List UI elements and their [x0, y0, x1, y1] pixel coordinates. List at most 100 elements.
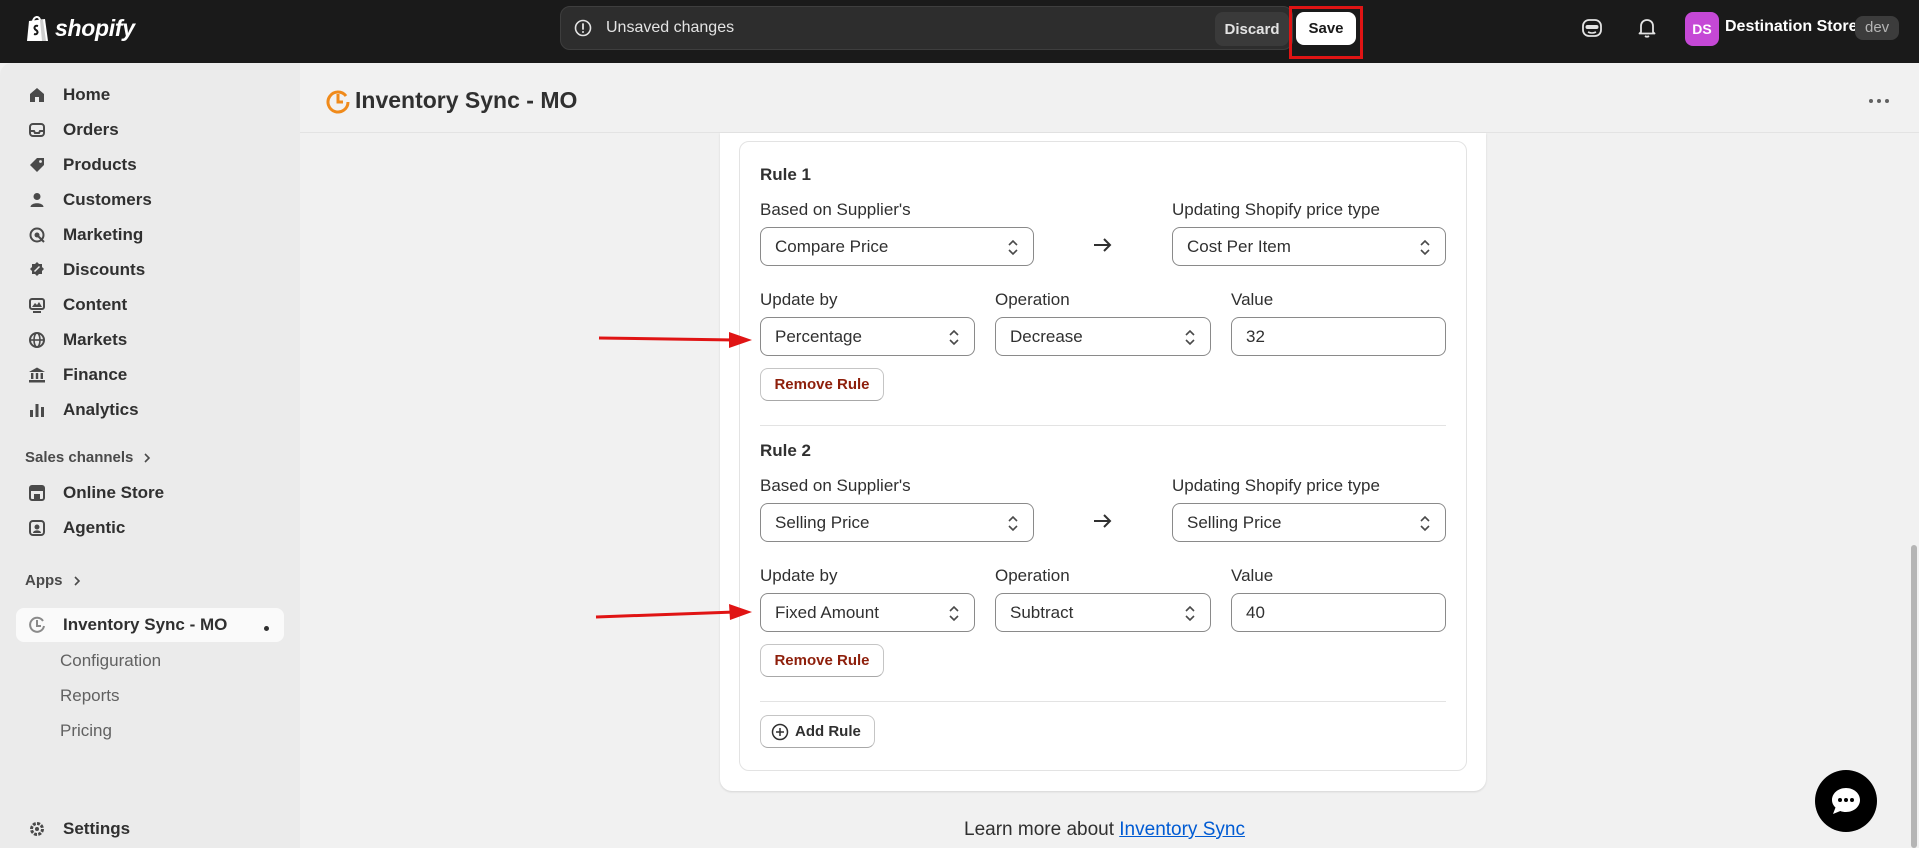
sidebar-item-online-store[interactable]: Online Store — [16, 476, 284, 510]
sidebar-item-label: Products — [63, 155, 137, 174]
add-rule-button[interactable]: Add Rule — [760, 715, 875, 748]
discounts-icon — [27, 260, 47, 280]
select-updown-icon — [1008, 239, 1018, 256]
chevron-right-icon — [73, 575, 80, 586]
rule-1-update-by-label: Update by — [760, 290, 838, 309]
alert-circle-icon — [574, 19, 592, 37]
apps-header[interactable]: Apps — [25, 572, 82, 589]
select-updown-icon — [949, 605, 959, 622]
select-value: Percentage — [775, 327, 862, 346]
annotation-arrow-icon — [598, 332, 752, 348]
select-value: Fixed Amount — [775, 603, 879, 622]
select-updown-icon — [1420, 515, 1430, 532]
sidebar-item-label: Online Store — [63, 483, 165, 502]
sidebar-item-inventory-sync[interactable]: Inventory Sync - MO — [16, 608, 284, 642]
sidebar-item-settings[interactable]: Settings — [16, 812, 284, 846]
sidebar-item-orders[interactable]: Orders — [16, 113, 284, 147]
shopify-logo[interactable]: shopify — [25, 13, 135, 43]
sidebar-item-content[interactable]: Content — [16, 288, 284, 322]
save-button[interactable]: Save — [1296, 12, 1356, 45]
finance-icon — [27, 365, 47, 385]
rule-1-remove-button[interactable]: Remove Rule — [760, 368, 884, 401]
rule-divider — [760, 425, 1446, 426]
rule-2-value-label: Value — [1231, 566, 1274, 585]
online-store-icon — [27, 483, 47, 503]
sidebar-item-label: Customers — [63, 190, 152, 209]
sidebar-subitem-configuration[interactable]: Configuration — [60, 651, 161, 671]
markets-icon — [27, 330, 47, 350]
env-badge: dev — [1855, 16, 1900, 40]
select-value: Cost Per Item — [1187, 237, 1291, 256]
page-title: Inventory Sync - MO — [355, 87, 578, 113]
select-value: Selling Price — [775, 513, 870, 532]
rule-2-remove-button[interactable]: Remove Rule — [760, 644, 884, 677]
unsaved-dot — [264, 626, 269, 631]
select-value: Selling Price — [1187, 513, 1282, 532]
scrollbar-thumb[interactable] — [1911, 545, 1917, 848]
sidebar-item-label: Markets — [63, 330, 128, 349]
rule-1-value-label: Value — [1231, 290, 1274, 309]
shopify-bag-icon — [27, 16, 48, 41]
chat-bubble-icon — [1832, 788, 1860, 814]
sidebar-item-products[interactable]: Products — [16, 148, 284, 182]
rule-1-operation-label: Operation — [995, 290, 1070, 309]
sidebar-subitem-pricing[interactable]: Pricing — [60, 721, 112, 741]
select-updown-icon — [949, 329, 959, 346]
sidebar-item-markets[interactable]: Markets — [16, 323, 284, 357]
select-value: Decrease — [1010, 327, 1083, 346]
chat-button[interactable] — [1815, 770, 1877, 832]
rule-1-based-on-label: Based on Supplier's — [760, 200, 911, 219]
agentic-icon — [27, 518, 47, 538]
sidebar-item-marketing[interactable]: Marketing — [16, 218, 284, 252]
arrow-right-icon — [1094, 514, 1112, 528]
inventory-sync-link[interactable]: Inventory Sync — [1119, 819, 1245, 840]
rule-1-operation-select[interactable]: Decrease — [995, 317, 1211, 356]
store-name[interactable]: Destination Store — [1725, 18, 1857, 36]
sidebar-item-label: Inventory Sync - MO — [63, 615, 228, 634]
sidebar-item-label: Analytics — [63, 400, 139, 419]
select-updown-icon — [1185, 605, 1195, 622]
sidebar-item-label: Agentic — [63, 518, 126, 537]
sales-channels-header[interactable]: Sales channels — [25, 449, 152, 466]
sidebar-item-discounts[interactable]: Discounts — [16, 253, 284, 287]
learn-more-prefix: Learn more about — [964, 819, 1114, 840]
more-actions-button[interactable] — [1865, 88, 1893, 114]
rule-2-updating-select[interactable]: Selling Price — [1172, 503, 1446, 542]
top-bar: shopify Unsaved changes Discard Save DS … — [0, 0, 1919, 63]
arrow-right-icon — [1094, 238, 1112, 252]
sales-channels-label: Sales channels — [25, 449, 134, 466]
rule-2-operation-select[interactable]: Subtract — [995, 593, 1211, 632]
sidebar-item-label: Discounts — [63, 260, 146, 279]
sidebar-item-label: Finance — [63, 365, 128, 384]
chevron-right-icon — [144, 452, 151, 463]
annotation-arrow-icon — [595, 604, 752, 620]
gear-icon — [27, 819, 47, 839]
learn-more-text: Learn more about Inventory Sync — [964, 819, 1245, 841]
sidebar-item-analytics[interactable]: Analytics — [16, 393, 284, 427]
rule-2-update-by-label: Update by — [760, 566, 838, 585]
sidebar-item-agentic[interactable]: Agentic — [16, 511, 284, 545]
rule-1-updating-select[interactable]: Cost Per Item — [1172, 227, 1446, 266]
select-value: Subtract — [1010, 603, 1074, 622]
unsaved-changes-text: Unsaved changes — [606, 19, 735, 36]
sidebar-item-home[interactable]: Home — [16, 78, 284, 112]
rule-2-update-by-select[interactable]: Fixed Amount — [760, 593, 975, 632]
rule-1-update-by-select[interactable]: Percentage — [760, 317, 975, 356]
analytics-icon — [27, 400, 47, 420]
bell-icon[interactable] — [1635, 16, 1659, 40]
rule-1-updating-label: Updating Shopify price type — [1172, 200, 1380, 219]
rule-2-based-on-select[interactable]: Selling Price — [760, 503, 1034, 542]
sidebar-subitem-reports[interactable]: Reports — [60, 686, 120, 706]
rule-2-value-input[interactable] — [1231, 593, 1446, 632]
rule-1-title: Rule 1 — [760, 165, 812, 184]
add-rule-label: Add Rule — [795, 723, 861, 740]
more-horizontal-icon — [1869, 99, 1889, 103]
sidebar-item-customers[interactable]: Customers — [16, 183, 284, 217]
inventory-sync-icon — [27, 615, 47, 635]
sidebar-item-finance[interactable]: Finance — [16, 358, 284, 392]
rule-1-value-input[interactable] — [1231, 317, 1446, 356]
store-avatar[interactable]: DS — [1685, 12, 1719, 46]
discard-button[interactable]: Discard — [1215, 12, 1289, 46]
sidekick-icon[interactable] — [1580, 16, 1604, 40]
rule-1-based-on-select[interactable]: Compare Price — [760, 227, 1034, 266]
